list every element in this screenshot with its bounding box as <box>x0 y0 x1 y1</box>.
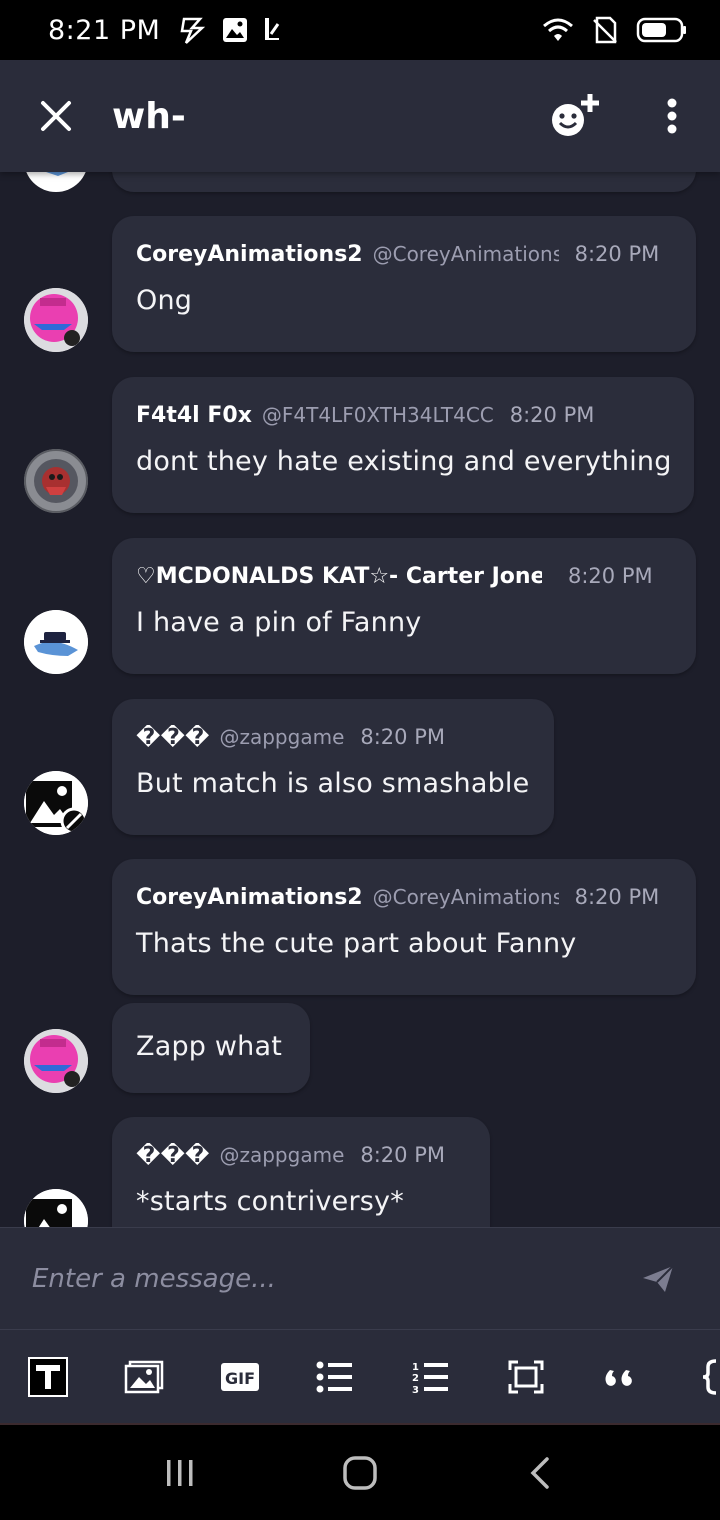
chat-title: wh- <box>112 95 186 137</box>
svg-text:3: 3 <box>412 1385 419 1394</box>
avatar[interactable] <box>24 449 88 513</box>
avatar[interactable] <box>24 1189 88 1227</box>
numbered-list-icon: 1 2 3 <box>412 1362 448 1394</box>
author-handle: @CoreyAnimations2 <box>372 242 559 266</box>
add-member-button[interactable] <box>528 60 624 172</box>
back-button[interactable] <box>500 1433 580 1513</box>
author-name[interactable]: CoreyAnimations2 <box>136 242 363 267</box>
spoiler-icon <box>508 1360 544 1393</box>
camera-notch <box>262 40 462 62</box>
image-button[interactable] <box>120 1330 216 1423</box>
message-time: 8:20 PM <box>568 564 653 588</box>
image-icon <box>124 1360 164 1393</box>
message-text: *starts contriversy* <box>136 1186 404 1217</box>
flash-notification-icon <box>180 17 206 44</box>
message-time: 8:20 PM <box>509 403 595 427</box>
message-bubble[interactable]: CoreyAnimations2 @CoreyAnimations2 8:20 … <box>112 859 696 995</box>
message-text: Thats the cute part about Fanny <box>136 928 577 959</box>
message-text: I have a pin of Fanny <box>136 607 422 638</box>
more-options-button[interactable] <box>624 60 720 172</box>
close-button[interactable] <box>0 60 112 172</box>
avatar[interactable] <box>24 771 88 835</box>
gif-label: GIF <box>225 1369 255 1388</box>
svg-text:1: 1 <box>412 1362 419 1373</box>
gif-button[interactable]: GIF <box>216 1330 312 1423</box>
message-time: 8:20 PM <box>574 242 660 266</box>
gallery-notification-icon <box>223 18 248 42</box>
author-handle: @zappgame <box>219 1143 345 1167</box>
message-list[interactable]: CoreyAnimations2 @CoreyAnimations2 8:20 … <box>0 172 720 1227</box>
message-time: 8:20 PM <box>574 885 660 909</box>
quote-icon <box>605 1369 632 1386</box>
text-format-button[interactable] <box>24 1330 120 1423</box>
avatar[interactable] <box>24 1029 88 1093</box>
no-sim-icon <box>593 16 617 44</box>
code-button[interactable] <box>696 1330 720 1423</box>
quote-button[interactable] <box>600 1330 696 1423</box>
bullet-list-icon <box>316 1361 352 1392</box>
author-name[interactable]: ��� <box>136 1143 209 1168</box>
avatar[interactable] <box>24 288 88 352</box>
spoiler-button[interactable] <box>504 1330 600 1423</box>
message-time: 8:20 PM <box>360 1143 445 1167</box>
avatar[interactable] <box>24 610 88 674</box>
bullet-list-button[interactable] <box>312 1330 408 1423</box>
home-button[interactable] <box>320 1433 400 1513</box>
recent-apps-icon <box>167 1459 193 1486</box>
author-name[interactable]: CoreyAnimations2 <box>136 885 363 910</box>
recent-apps-button[interactable] <box>140 1433 220 1513</box>
author-name[interactable]: ♡MCDONALDS KAT☆- Carter Jones <box>136 564 542 589</box>
add-emoji-icon <box>552 94 599 136</box>
more-icon <box>667 98 677 134</box>
message-text: But match is also smashable <box>136 768 530 799</box>
message-bubble[interactable]: ♡MCDONALDS KAT☆- Carter Jones 8:20 PM I … <box>112 538 696 674</box>
gif-icon: GIF <box>221 1362 259 1391</box>
wifi-icon <box>543 18 573 41</box>
message-bubble[interactable]: ��� @zappgame 8:20 PM *starts contrivers… <box>112 1117 490 1227</box>
formatting-toolbar: GIF 1 2 3 <box>0 1329 720 1425</box>
status-time: 8:21 PM <box>48 14 161 46</box>
author-handle: @F4T4LF0XTH34LT4CC <box>261 403 494 427</box>
message-composer <box>0 1227 720 1329</box>
code-icon <box>702 1358 717 1395</box>
svg-text:2: 2 <box>412 1373 419 1384</box>
send-button[interactable] <box>628 1249 688 1309</box>
message-text: dont they hate existing and everything <box>136 446 672 477</box>
message-bubble[interactable]: Zapp what <box>112 1003 310 1093</box>
message-bubble <box>112 172 696 192</box>
home-icon <box>343 1455 377 1490</box>
numbered-list-button[interactable]: 1 2 3 <box>408 1330 504 1423</box>
back-icon <box>530 1456 549 1489</box>
message-bubble[interactable]: F4t4l F0x @F4T4LF0XTH34LT4CC 8:20 PM don… <box>112 377 694 513</box>
author-handle: @zappgame <box>219 725 345 749</box>
send-icon <box>643 1264 674 1292</box>
battery-icon <box>636 17 686 43</box>
avatar <box>24 172 88 192</box>
chat-header: wh- <box>0 60 720 172</box>
message-time: 8:20 PM <box>360 725 445 749</box>
message-input[interactable] <box>32 1263 628 1294</box>
author-handle: @CoreyAnimations2 <box>372 885 559 909</box>
message-bubble[interactable]: CoreyAnimations2 @CoreyAnimations2 8:20 … <box>112 216 696 352</box>
message-text: Zapp what <box>136 1031 283 1062</box>
text-format-icon <box>28 1356 68 1397</box>
message-text: Ong <box>136 285 193 316</box>
close-icon <box>41 101 71 131</box>
system-nav-bar <box>0 1425 720 1520</box>
message-bubble[interactable]: ��� @zappgame 8:20 PM But match is also … <box>112 699 554 835</box>
author-name[interactable]: F4t4l F0x <box>136 403 252 428</box>
author-name[interactable]: ��� <box>136 725 209 750</box>
